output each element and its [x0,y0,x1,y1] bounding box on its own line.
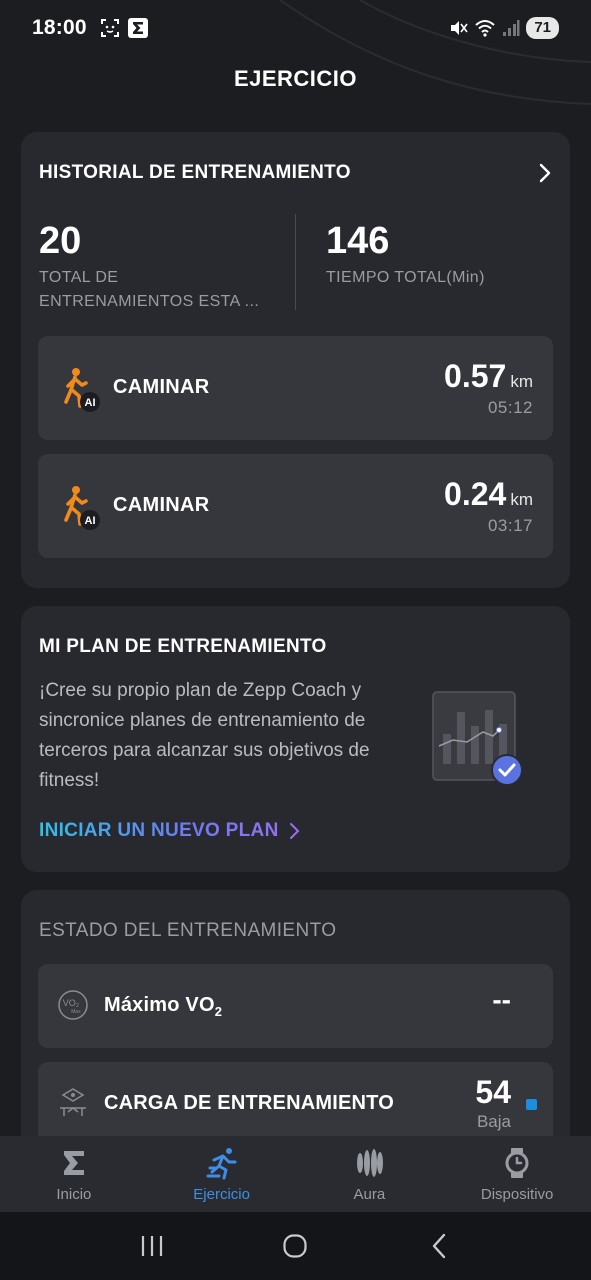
svg-text:Max: Max [71,1009,81,1015]
plan-header: MI PLAN DE ENTRENAMIENTO [39,636,552,658]
nav-item-dispositivo[interactable]: Dispositivo [443,1136,591,1212]
bottom-navigation: Inicio Ejercicio Aura Dispositivo [0,1136,591,1212]
total-workouts-label-line2: ENTRENAMIENTOS ESTA ... [39,293,260,310]
workout-distance-unit: km [510,372,533,391]
vo2-max-label: Máximo VO2 [104,994,222,1019]
walking-ai-icon: AI [64,486,100,530]
total-workouts-stat: 20 TOTAL DE ENTRENAMIENTOS ESTA ... [39,220,259,314]
workout-name: CAMINAR [113,376,210,398]
training-load-label: CARGA DE ENTRENAMIENTO [104,1092,394,1114]
training-load-value: 54 [475,1074,511,1110]
start-new-plan-label: INICIAR UN NUEVO PLAN [39,820,279,841]
training-history-card: HISTORIAL DE ENTRENAMIENTO 20 TOTAL DE E… [21,132,570,588]
training-load-icon [60,1088,86,1116]
plan-description: ¡Cree su propio plan de Zepp Coach y sin… [39,680,370,791]
chevron-right-icon[interactable] [538,162,552,184]
home-button[interactable] [275,1226,315,1266]
svg-text:AI: AI [85,397,96,409]
training-load-indicator [526,1099,537,1110]
watch-icon [505,1148,529,1178]
workout-distance-value: 0.24 [444,476,507,512]
nav-item-inicio[interactable]: Inicio [0,1136,148,1212]
sigma-icon [63,1151,84,1175]
wifi-icon [475,20,495,37]
vo2-max-row[interactable]: VO₂ Max Máximo VO2 -- [38,964,553,1048]
recent-apps-button[interactable] [132,1226,172,1266]
recent-apps-icon [141,1236,162,1256]
history-title: HISTORIAL DE ENTRENAMIENTO [39,162,351,183]
workout-distance: 0.57 km [444,358,533,395]
status-bar: 18:00 71 [0,0,591,56]
training-load-level: Baja [476,1112,511,1131]
signal-icon [503,20,520,36]
screenshot-icon [100,19,119,37]
nav-label-inicio: Inicio [56,1186,92,1203]
aura-icon [357,1149,384,1177]
zepp-icon [127,18,148,38]
history-header[interactable]: HISTORIAL DE ENTRENAMIENTO [39,162,552,184]
walking-ai-icon: AI [64,368,100,412]
workout-distance: 0.24 km [444,476,533,513]
plan-chart-illustration [432,691,523,786]
vo2-max-label-subscript: 2 [214,1004,223,1019]
start-new-plan-link[interactable]: INICIAR UN NUEVO PLAN [39,820,301,842]
nav-item-ejercicio[interactable]: Ejercicio [148,1136,296,1212]
system-navigation-bar [0,1212,591,1280]
svg-text:AI: AI [85,515,96,527]
stat-divider [295,214,296,310]
page-title: EJERCICIO [233,66,358,91]
training-status-title: ESTADO DEL ENTRENAMIENTO [39,920,337,941]
nav-label-ejercicio: Ejercicio [193,1186,250,1203]
total-time-stat: 146 TIEMPO TOTAL(Min) [326,220,485,290]
training-status-card: ESTADO DEL ENTRENAMIENTO VO₂ Max Máximo … [21,890,570,1162]
vo2-max-label-text: Máximo VO [104,994,215,1016]
vo2-max-icon: VO₂ Max [58,990,88,1020]
total-workouts-value: 20 [39,220,82,262]
workout-row[interactable]: AI CAMINAR 0.57 km 05:12 [38,336,553,440]
workout-duration: 03:17 [487,516,533,535]
total-workouts-label: TOTAL DE ENTRENAMIENTOS ESTA ... [39,266,259,314]
svg-text:VO₂: VO₂ [63,998,80,1008]
back-button[interactable] [419,1226,459,1266]
workout-distance-value: 0.57 [444,358,507,394]
nav-label-aura: Aura [353,1186,386,1203]
nav-item-aura[interactable]: Aura [296,1136,444,1212]
battery-indicator: 71 [526,17,559,39]
running-icon [206,1148,237,1180]
workout-distance-unit: km [510,490,533,509]
plan-title: MI PLAN DE ENTRENAMIENTO [39,636,327,657]
chevron-right-icon [289,823,300,839]
status-time: 18:00 [32,16,87,39]
workout-name: CAMINAR [113,494,210,516]
back-icon [432,1233,446,1259]
vo2-max-value: -- [492,984,511,1015]
nav-label-dispositivo: Dispositivo [480,1186,554,1203]
total-time-value: 146 [326,220,390,262]
total-workouts-label-line1: TOTAL DE [39,269,119,286]
total-time-label: TIEMPO TOTAL(Min) [326,269,485,286]
training-plan-card: MI PLAN DE ENTRENAMIENTO ¡Cree su propio… [21,606,570,872]
home-icon [283,1234,308,1258]
workout-row[interactable]: AI CAMINAR 0.24 km 03:17 [38,454,553,558]
mute-icon [451,21,468,35]
workout-duration: 05:12 [487,398,533,417]
